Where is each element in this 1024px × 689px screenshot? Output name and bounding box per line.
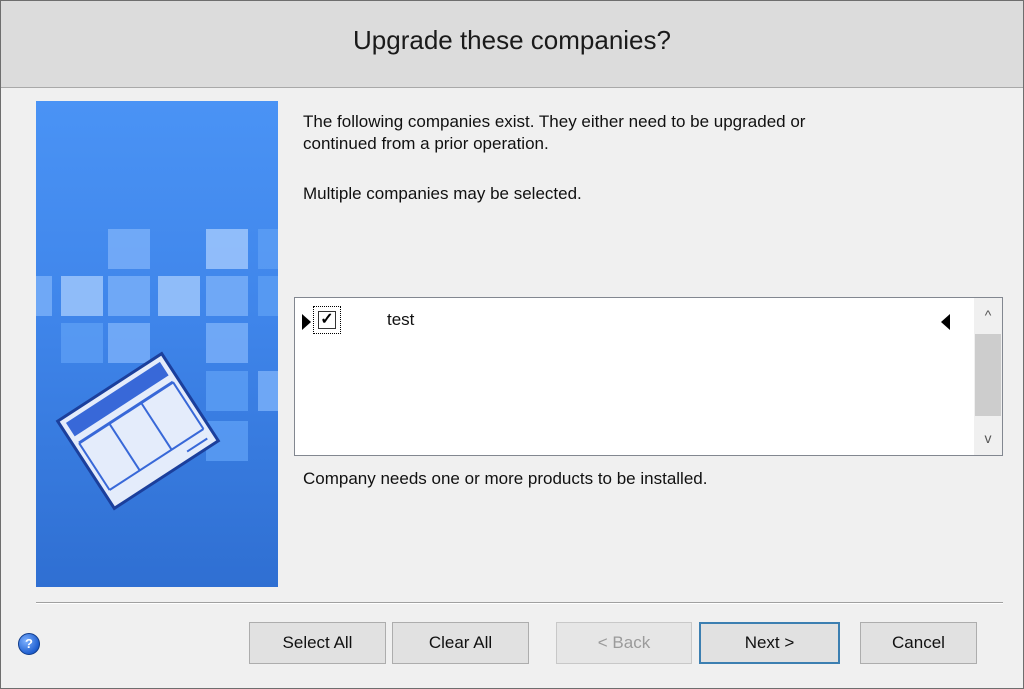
art-tile: [258, 276, 278, 316]
dialog-title: Upgrade these companies?: [353, 25, 671, 55]
art-tile: [36, 276, 52, 316]
cancel-button[interactable]: Cancel: [860, 622, 977, 664]
company-name: test: [387, 310, 415, 329]
company-list[interactable]: ✓ test ^ v: [294, 297, 1003, 456]
scroll-down-icon[interactable]: v: [974, 421, 1002, 455]
art-tile: [258, 229, 278, 269]
art-tile: [206, 229, 248, 269]
title-bar: Upgrade these companies?: [1, 1, 1023, 88]
help-icon[interactable]: ?: [18, 633, 40, 655]
art-tile: [108, 276, 150, 316]
list-scrollbar[interactable]: ^ v: [974, 298, 1002, 455]
art-tile: [61, 276, 103, 316]
dialog-window: Upgrade these companies? The following c…: [0, 0, 1024, 689]
scroll-thumb[interactable]: [975, 334, 1001, 416]
info-line-3: Multiple companies may be selected.: [303, 184, 582, 203]
info-line-2: continued from a prior operation.: [303, 134, 549, 153]
art-tile: [158, 276, 200, 316]
clear-all-button[interactable]: Clear All: [392, 622, 529, 664]
art-tile: [258, 371, 278, 411]
art-tile: [108, 229, 150, 269]
info-line-1: The following companies exist. They eith…: [303, 112, 806, 131]
art-tile: [206, 276, 248, 316]
back-button[interactable]: < Back: [556, 622, 692, 664]
scroll-up-icon[interactable]: ^: [974, 298, 1002, 332]
document-illustration: [48, 339, 228, 519]
company-checkbox[interactable]: ✓: [313, 306, 341, 334]
next-button[interactable]: Next >: [699, 622, 840, 664]
arrow-right-icon: [302, 314, 311, 330]
check-icon: ✓: [318, 311, 336, 329]
select-all-button[interactable]: Select All: [249, 622, 386, 664]
wizard-art-panel: [36, 101, 278, 587]
footer-separator: [36, 602, 1003, 604]
arrow-left-icon: [941, 314, 950, 330]
status-message: Company needs one or more products to be…: [303, 469, 708, 488]
